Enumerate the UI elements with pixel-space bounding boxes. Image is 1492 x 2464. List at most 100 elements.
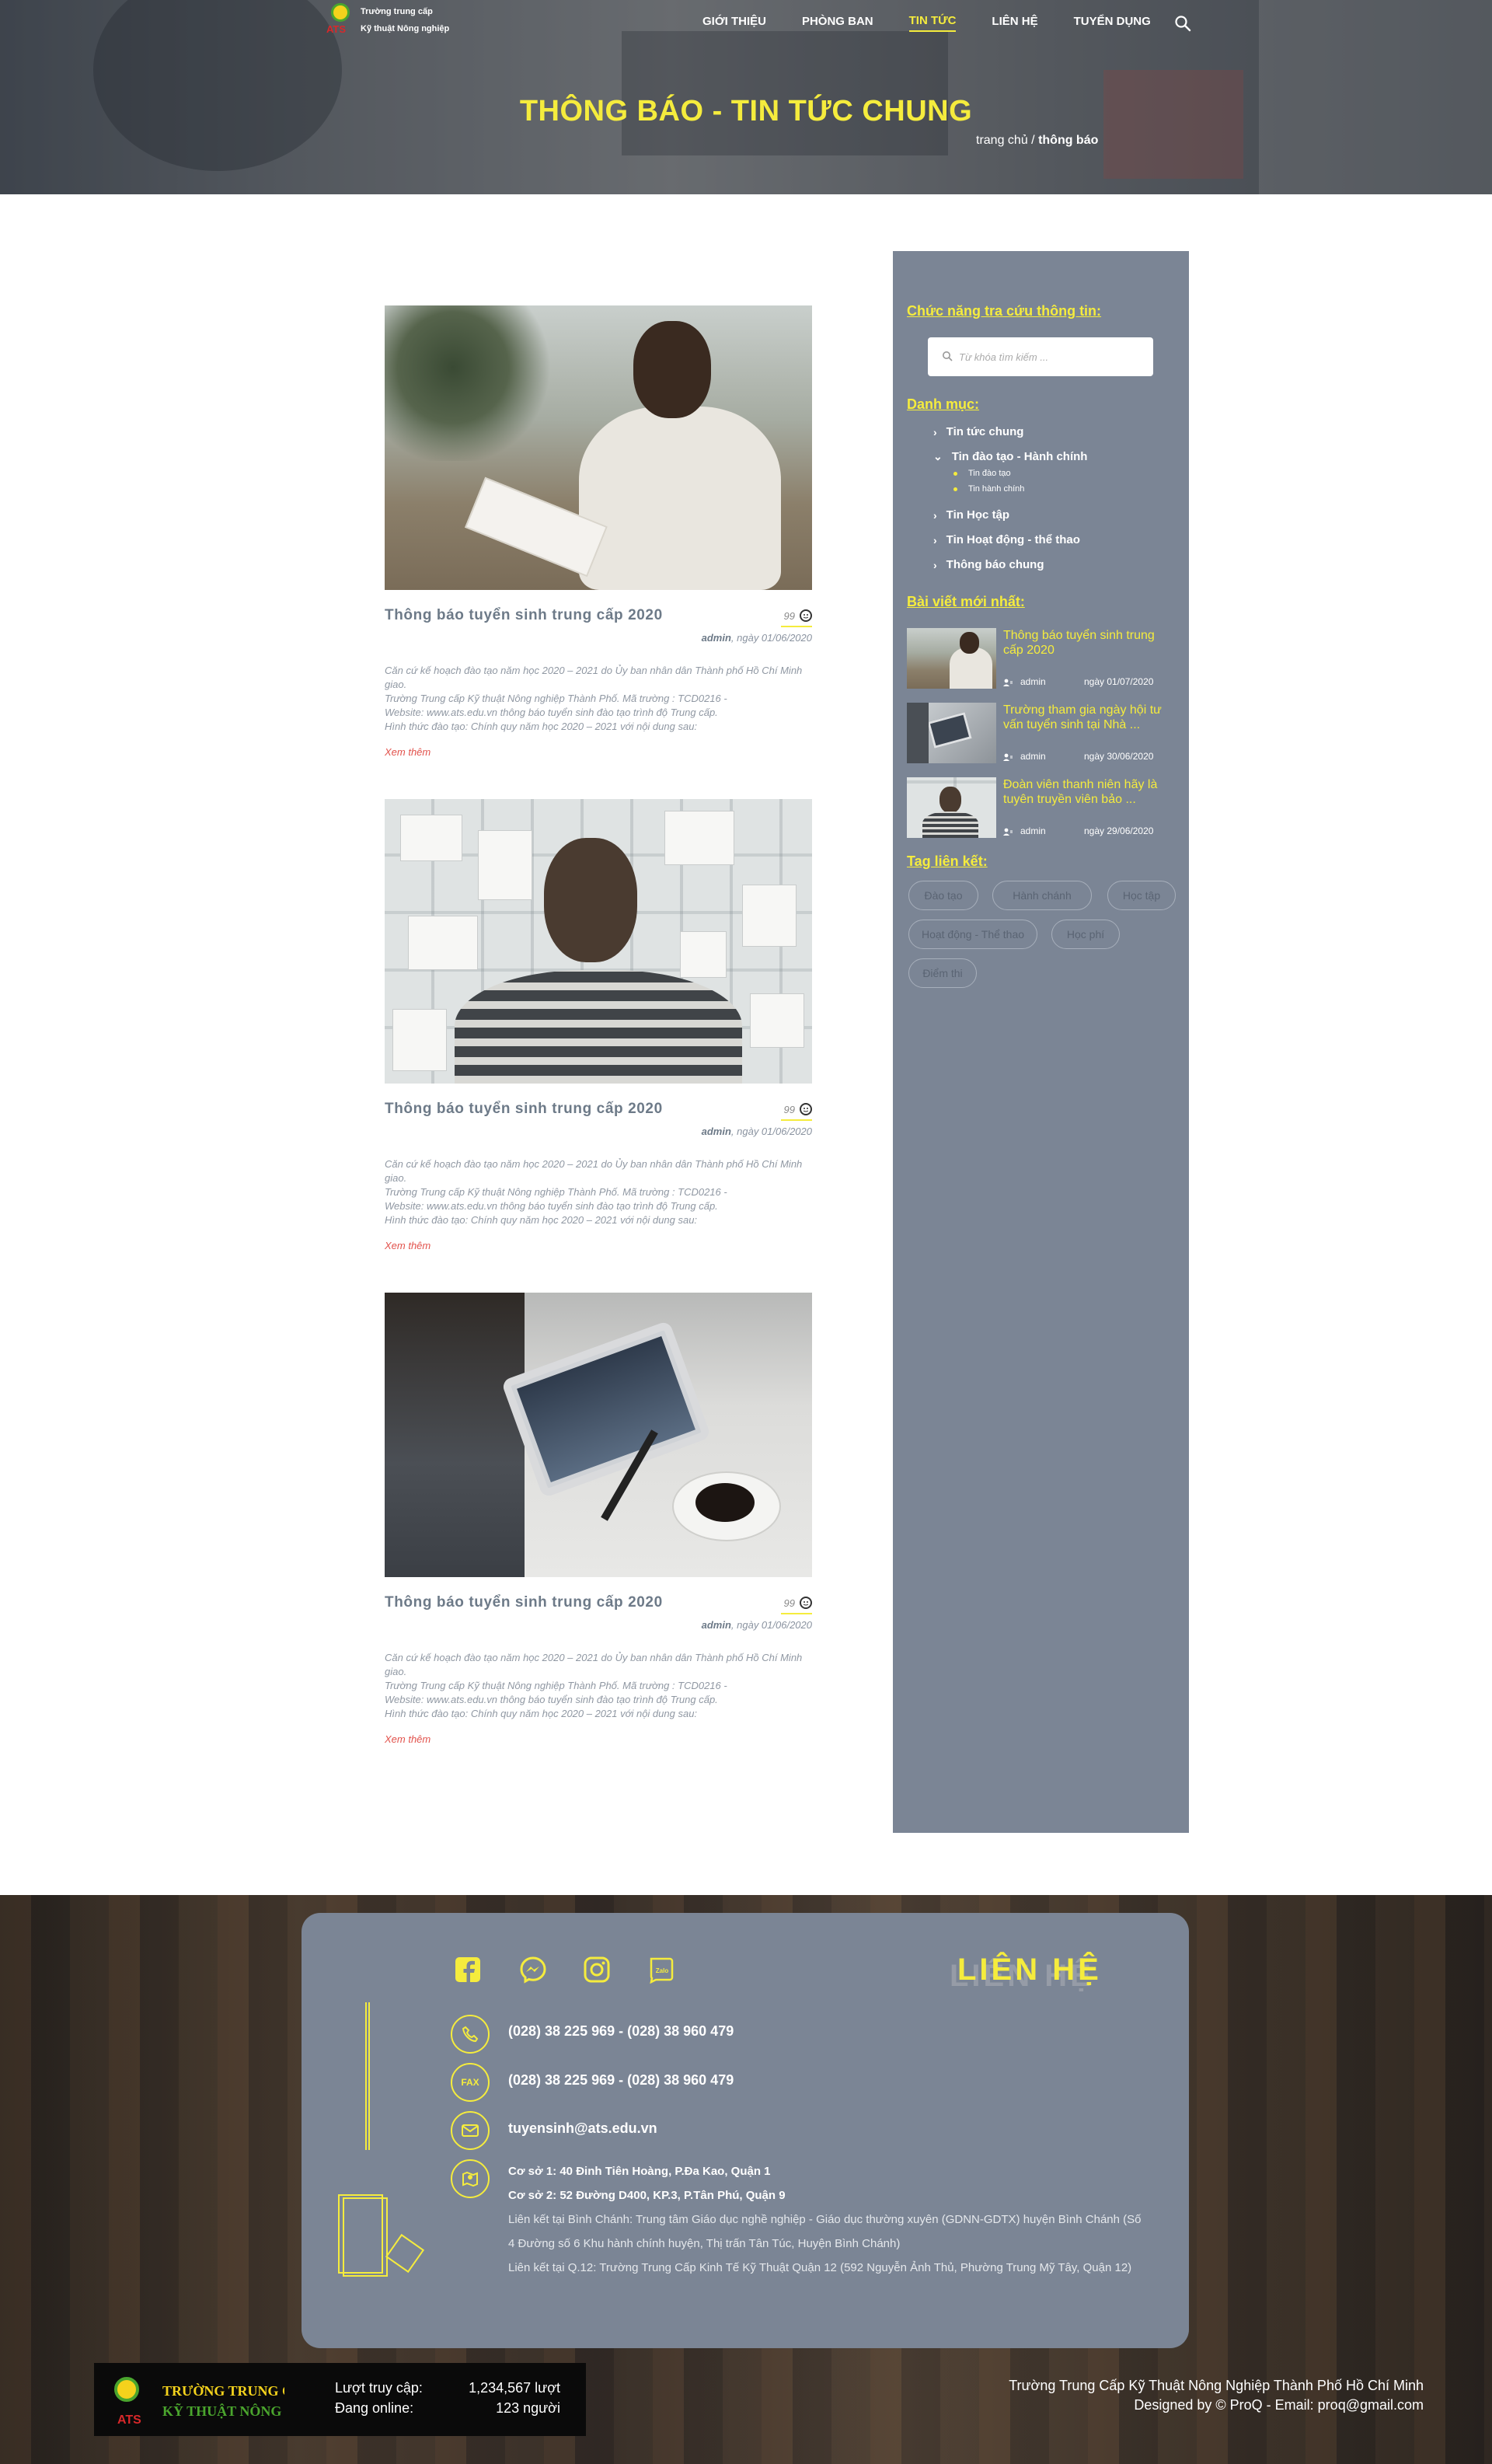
post-image[interactable]: [385, 1293, 812, 1577]
category-item-thong-bao-chung[interactable]: › Thông báo chung: [933, 558, 1044, 571]
comment-icon: [800, 609, 812, 622]
footer-logo-line2: KỸ THUẬT NÔNG NGHIỆP: [162, 2403, 284, 2419]
recent-post[interactable]: Đoàn viên thanh niên hãy là tuyên truyền…: [907, 777, 1175, 839]
visitor-stats: ATS TRƯỜNG TRUNG CẤP KỸ THUẬT NÔNG NGHIỆ…: [94, 2363, 586, 2436]
chevron-right-icon: ›: [933, 533, 937, 546]
subcategory-item-tin-dao-tao[interactable]: Tin đào tạo: [953, 469, 1011, 478]
read-more-link[interactable]: Xem thêm: [385, 1733, 431, 1745]
tag-hoc-phi[interactable]: Học phí: [1051, 920, 1120, 949]
category-item-tin-tuc-chung[interactable]: › Tin tức chung: [933, 425, 1023, 438]
instagram-icon[interactable]: [583, 1956, 611, 1984]
recent-post-thumbnail[interactable]: [907, 703, 996, 763]
footer-logo[interactable]: ATS TRƯỜNG TRUNG CẤP KỸ THUẬT NÔNG NGHIỆ…: [102, 2369, 340, 2431]
search-icon[interactable]: [1174, 15, 1191, 32]
chevron-right-icon: ›: [933, 508, 937, 522]
excerpt-line: Trường Trung cấp Kỹ thuật Nông nghiệp Th…: [385, 1680, 727, 1691]
subcategory-label: Tin đào tạo: [968, 469, 1011, 478]
comment-icon: [800, 1103, 812, 1115]
category-label: Tin đào tạo - Hành chính: [951, 450, 1088, 463]
recent-post-title[interactable]: Thông báo tuyển sinh trung cấp 2020: [1003, 628, 1176, 658]
recent-post-author-name: admin: [1020, 751, 1046, 762]
post-author[interactable]: admin: [702, 632, 731, 644]
nav-item-tuyen-dung[interactable]: TUYỂN DỤNG: [1074, 15, 1151, 31]
post-author[interactable]: admin: [702, 1619, 731, 1631]
tag-dao-tao[interactable]: Đào tạo: [908, 881, 978, 910]
recent-post-author: admin: [1003, 825, 1046, 836]
post-card: Thông báo tuyển sinh trung cấp 2020 99 a…: [385, 799, 812, 1253]
recent-post-date: ngày 01/07/2020: [1084, 676, 1154, 687]
online-value: 123 người: [496, 2400, 560, 2416]
recent-post-title[interactable]: Đoàn viên thanh niên hãy là tuyên truyền…: [1003, 777, 1176, 807]
recent-post-thumbnail[interactable]: [907, 777, 996, 838]
nav-item-tin-tuc[interactable]: TIN TỨC: [908, 14, 957, 32]
post-meta: admin, ngày 01/06/2020: [385, 1126, 812, 1137]
recent-post-date: ngày 29/06/2020: [1084, 825, 1154, 836]
phone-icon[interactable]: [451, 2015, 490, 2054]
subcategory-item-tin-hanh-chinh[interactable]: Tin hành chính: [953, 484, 1024, 494]
map-icon[interactable]: [451, 2159, 490, 2198]
post-excerpt: Căn cứ kế hoạch đào tạo năm học 2020 – 2…: [385, 1651, 812, 1721]
tags-heading: Tag liên kết:: [907, 853, 988, 869]
read-more-link[interactable]: Xem thêm: [385, 1240, 431, 1251]
tag-diem-thi[interactable]: Điểm thi: [908, 958, 977, 988]
post-title[interactable]: Thông báo tuyển sinh trung cấp 2020: [385, 1101, 663, 1118]
post-card: Thông báo tuyển sinh trung cấp 2020 99 a…: [385, 305, 812, 759]
nav-item-phong-ban[interactable]: PHÒNG BAN: [802, 15, 873, 31]
search-input[interactable]: Từ khóa tìm kiếm ...: [928, 337, 1153, 376]
category-item-tin-hoc-tap[interactable]: › Tin Học tập: [933, 508, 1009, 522]
contact-title: LIÊN HỆ: [957, 1953, 1102, 1987]
post-image[interactable]: [385, 305, 812, 590]
post-comments: 99: [784, 1597, 812, 1609]
read-more-link[interactable]: Xem thêm: [385, 746, 431, 758]
site-logo[interactable]: ATS Trường trung cấp Kỹ thuật Nông nghiệ…: [325, 3, 449, 37]
category-item-tin-dao-tao-hanh-chinh[interactable]: ⌄ Tin đào tạo - Hành chính: [933, 450, 1087, 463]
visits-label: Lượt truy cập:: [335, 2380, 423, 2396]
visits-row: Lượt truy cập: 1,234,567 lượt: [335, 2380, 560, 2396]
contact-email[interactable]: tuyensinh@ats.edu.vn: [508, 2120, 657, 2137]
facebook-icon[interactable]: [454, 1956, 482, 1984]
excerpt-line: Website: www.ats.edu.vn thông báo tuyển …: [385, 1200, 718, 1212]
excerpt-line: Trường Trung cấp Kỹ thuật Nông nghiệp Th…: [385, 693, 727, 704]
recent-post-title[interactable]: Trường tham gia ngày hội tư vấn tuyển si…: [1003, 703, 1176, 732]
nav-item-gioi-thieu[interactable]: GIỚI THIỆU: [702, 15, 766, 31]
category-item-tin-hoat-dong[interactable]: › Tin Hoạt động - thể thao: [933, 533, 1080, 546]
post-date: , ngày 01/06/2020: [730, 1126, 812, 1137]
tag-hanh-chanh[interactable]: Hành chánh: [992, 881, 1092, 910]
post-excerpt: Căn cứ kế hoạch đào tạo năm học 2020 – 2…: [385, 664, 812, 734]
mail-icon[interactable]: [451, 2111, 490, 2150]
online-label: Đang online:: [335, 2400, 414, 2416]
chevron-right-icon: ›: [933, 558, 937, 571]
recent-post[interactable]: Trường tham gia ngày hội tư vấn tuyển si…: [907, 703, 1175, 765]
recent-post[interactable]: Thông báo tuyển sinh trung cấp 2020 admi…: [907, 628, 1175, 690]
decorative-lines: [365, 2002, 370, 2150]
tag-hoat-dong-the-thao[interactable]: Hoạt động - Thể thao: [908, 920, 1037, 949]
post-divider: [781, 1613, 812, 1614]
page-title: THÔNG BÁO - TIN TỨC CHUNG: [519, 95, 973, 127]
category-label: Tin Học tập: [946, 508, 1010, 522]
excerpt-line: Website: www.ats.edu.vn thông báo tuyển …: [385, 1694, 718, 1705]
excerpt-line: Website: www.ats.edu.vn thông báo tuyển …: [385, 707, 718, 718]
tag-hoc-tap[interactable]: Học tập: [1107, 881, 1176, 910]
user-icon: [1003, 827, 1013, 836]
post-author[interactable]: admin: [702, 1126, 731, 1137]
post-meta: admin, ngày 01/06/2020: [385, 1619, 812, 1631]
address-1: Cơ sở 1: 40 Đinh Tiên Hoàng, P.Đa Kao, Q…: [508, 2165, 771, 2178]
sidebar: Chức năng tra cứu thông tin: Từ khóa tìm…: [893, 251, 1189, 1833]
link-address-binh-chanh: Liên kết tại Bình Chánh: Trung tâm Giáo …: [508, 2213, 1142, 2250]
search-icon: [942, 351, 953, 364]
post-title[interactable]: Thông báo tuyển sinh trung cấp 2020: [385, 607, 663, 624]
excerpt-line: Trường Trung cấp Kỹ thuật Nông nghiệp Th…: [385, 1186, 727, 1198]
post-title[interactable]: Thông báo tuyển sinh trung cấp 2020: [385, 1594, 663, 1611]
fax-icon: FAX: [451, 2063, 490, 2102]
post-image[interactable]: [385, 799, 812, 1084]
contact-phone[interactable]: (028) 38 225 969 - (028) 38 960 479: [508, 2023, 734, 2040]
bullet-icon: [953, 487, 957, 491]
recent-post-thumbnail[interactable]: [907, 628, 996, 689]
zalo-icon[interactable]: Zalo: [647, 1956, 675, 1984]
nav-item-lien-he[interactable]: LIÊN HỆ: [992, 15, 1037, 31]
post-divider: [781, 626, 812, 627]
footer-logo-line1: TRƯỜNG TRUNG CẤP: [162, 2382, 284, 2399]
post-comments: 99: [784, 1103, 812, 1115]
messenger-icon[interactable]: [519, 1956, 547, 1984]
breadcrumb-home[interactable]: trang chủ /: [976, 134, 1035, 147]
